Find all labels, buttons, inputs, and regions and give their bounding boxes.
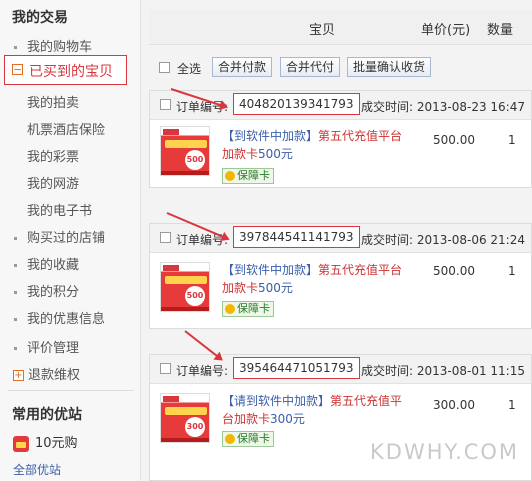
sidebar-item-visited-shops[interactable]: 购买过的店铺 xyxy=(14,227,105,246)
order-checkbox[interactable] xyxy=(160,99,171,110)
guarantee-icon xyxy=(225,304,235,314)
table-header: 宝贝 单价(元) 数量 xyxy=(149,10,532,45)
merge-pay-button[interactable]: 合并付款 xyxy=(212,57,273,77)
sidebar-section-title-trade: 我的交易 xyxy=(12,10,68,26)
sidebar-section-title-fav-stations: 常用的优站 xyxy=(12,407,82,423)
sidebar-item-online-games[interactable]: 我的网游 xyxy=(14,173,79,192)
order-checkbox[interactable] xyxy=(160,232,171,243)
select-all-label: 全选 xyxy=(177,62,202,76)
bullet-icon xyxy=(14,291,17,294)
expand-icon[interactable]: + xyxy=(13,370,24,381)
order-quantity: 1 xyxy=(508,398,516,412)
order-quantity: 1 xyxy=(508,133,516,147)
sidebar-item-coupons[interactable]: 我的优惠信息 xyxy=(14,308,105,327)
all-stations-link[interactable]: 全部优站 xyxy=(13,461,61,478)
product-title-link[interactable]: 【请到软件中加款】第五代充值平 台加款卡300元 xyxy=(222,392,412,428)
order-time: 成交时间: 2013-08-01 11:15 xyxy=(361,364,525,378)
order-number: 395464471051793 xyxy=(233,357,360,379)
order-price: 300.00 xyxy=(433,398,475,412)
batch-confirm-button[interactable]: 批量确认收货 xyxy=(347,57,432,77)
order-card: 订单编号: 397844541141793 成交时间: 2013-08-06 2… xyxy=(149,223,532,329)
sidebar-item-points[interactable]: 我的积分 xyxy=(14,281,79,300)
bullet-icon xyxy=(14,237,17,240)
sidebar-item-label: 已买到的宝贝 xyxy=(29,64,113,80)
guarantee-badge[interactable]: 保障卡 xyxy=(222,301,274,317)
toolbar: 全选 合并付款 合并代付 批量确认收货 xyxy=(149,52,532,84)
order-price: 500.00 xyxy=(433,264,475,278)
header-qty: 数量 xyxy=(487,23,514,38)
bullet-icon xyxy=(14,347,17,350)
header-price: 单价(元) xyxy=(421,23,471,38)
product-title-link[interactable]: 【到软件中加款】第五代充值平台 加款卡500元 xyxy=(222,261,412,297)
header-item: 宝贝 xyxy=(309,23,336,38)
order-quantity: 1 xyxy=(508,264,516,278)
order-time: 成交时间: 2013-08-06 21:24 xyxy=(361,233,525,247)
order-card: 订单编号: 404820139341793 成交时间: 2013-08-23 1… xyxy=(149,90,532,188)
sidebar: 我的交易 我的购物车 − 已买到的宝贝 我的拍卖 机票酒店保险 我的彩票 我的网… xyxy=(0,0,141,481)
product-title-link[interactable]: 【到软件中加款】第五代充值平台 加款卡500元 xyxy=(222,127,412,163)
bullet-icon xyxy=(14,318,17,321)
order-number: 404820139341793 xyxy=(233,93,360,115)
sidebar-divider xyxy=(8,390,134,391)
gift-icon xyxy=(13,435,29,452)
order-header: 订单编号: 404820139341793 成交时间: 2013-08-23 1… xyxy=(150,91,531,120)
guarantee-badge[interactable]: 保障卡 xyxy=(222,431,274,447)
sidebar-item-refunds[interactable]: + 退款维权 xyxy=(13,364,80,383)
sidebar-item-travel-insurance[interactable]: 机票酒店保险 xyxy=(14,119,105,138)
order-checkbox[interactable] xyxy=(160,363,171,374)
product-thumbnail[interactable]: 500 xyxy=(160,262,210,312)
order-time: 成交时间: 2013-08-23 16:47 xyxy=(361,100,525,114)
guarantee-icon xyxy=(225,434,235,444)
order-number-label: 订单编号: xyxy=(176,364,229,378)
guarantee-badge[interactable]: 保障卡 xyxy=(222,168,274,184)
guarantee-icon xyxy=(225,171,235,181)
order-number: 397844541141793 xyxy=(233,226,360,248)
sidebar-item-favorites[interactable]: 我的收藏 xyxy=(14,254,79,273)
merge-proxy-pay-button[interactable]: 合并代付 xyxy=(280,57,341,77)
sidebar-item-bought-items[interactable]: − 已买到的宝贝 xyxy=(4,55,127,85)
order-header: 订单编号: 395464471051793 成交时间: 2013-08-01 1… xyxy=(150,355,531,384)
main-content: 宝贝 单价(元) 数量 全选 合并付款 合并代付 批量确认收货 订单编号: 40… xyxy=(141,0,532,481)
sidebar-item-auction[interactable]: 我的拍卖 xyxy=(14,92,79,111)
product-thumbnail[interactable]: 500 xyxy=(160,126,210,176)
bullet-icon xyxy=(14,46,17,49)
sidebar-item-10yuan[interactable]: 10元购 xyxy=(13,432,78,452)
select-all-checkbox[interactable] xyxy=(159,62,170,73)
sidebar-item-ebooks[interactable]: 我的电子书 xyxy=(14,200,92,219)
sidebar-item-cart[interactable]: 我的购物车 xyxy=(14,36,92,55)
bullet-icon xyxy=(14,264,17,267)
sidebar-item-reviews[interactable]: 评价管理 xyxy=(14,337,79,356)
watermark: KDWHY.COM xyxy=(370,440,520,464)
collapse-icon[interactable]: − xyxy=(12,64,23,75)
product-thumbnail[interactable]: 300 xyxy=(160,393,210,443)
order-price: 500.00 xyxy=(433,133,475,147)
sidebar-item-lottery[interactable]: 我的彩票 xyxy=(14,146,79,165)
